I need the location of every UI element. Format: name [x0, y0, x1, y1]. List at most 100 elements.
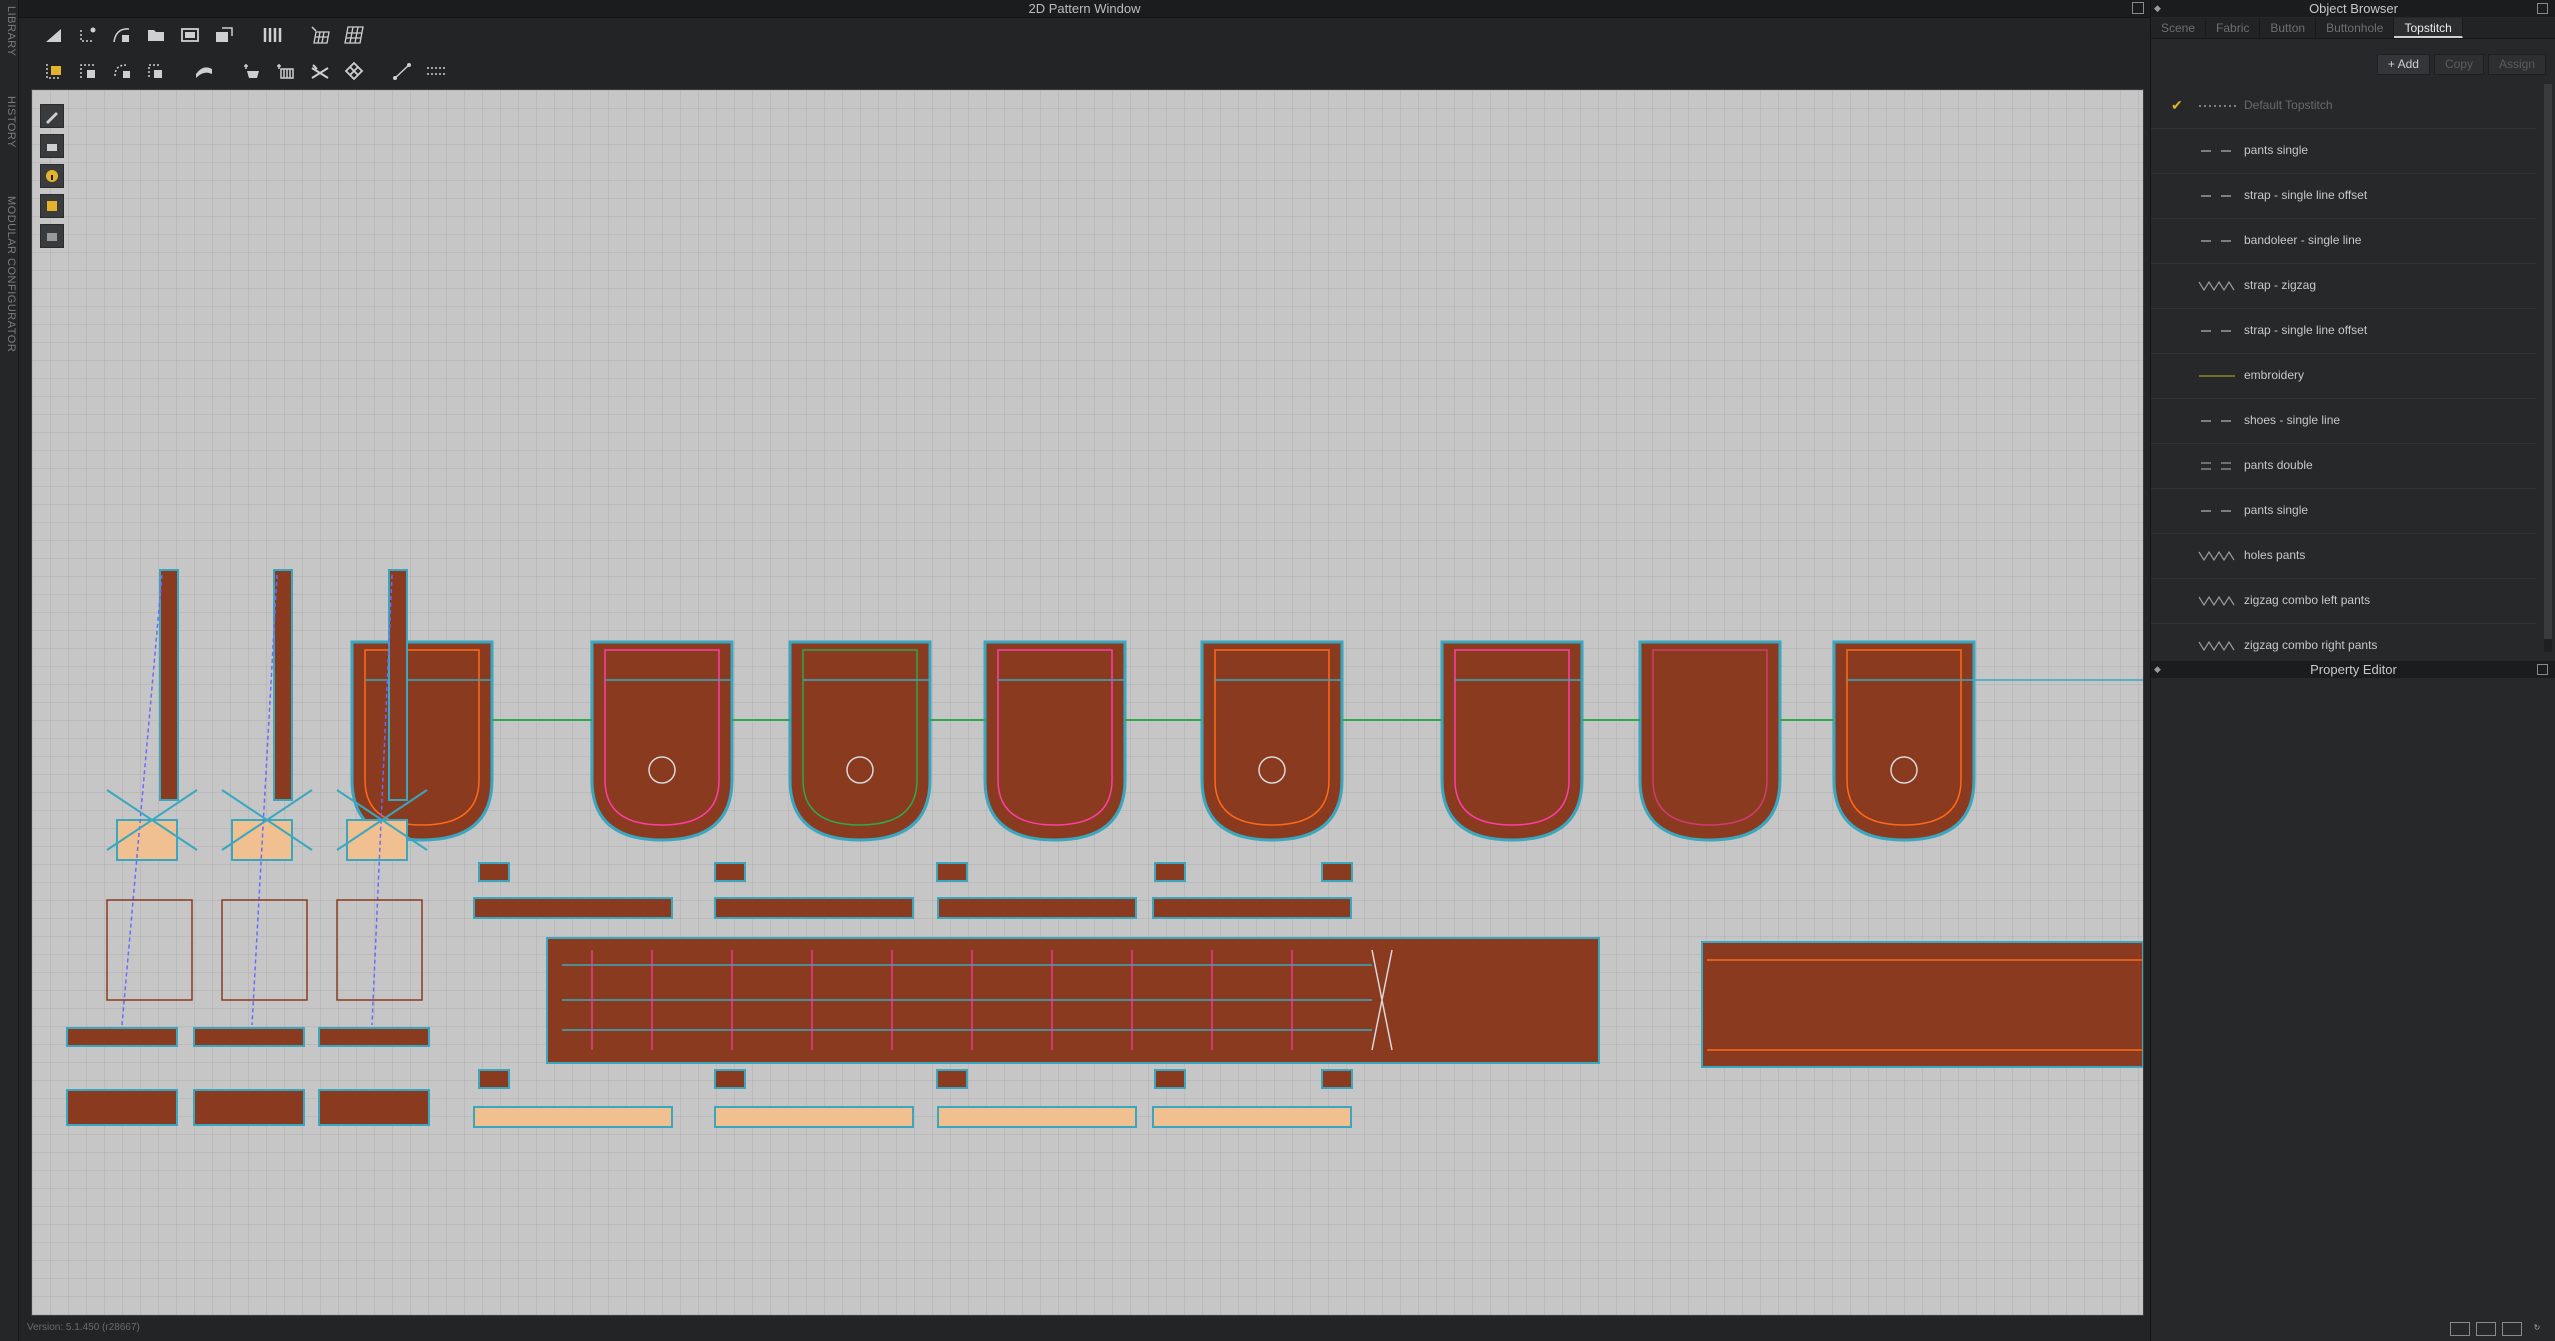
pen-tool-icon[interactable] — [40, 104, 64, 128]
list-item[interactable]: strap - single line offset — [2151, 174, 2536, 219]
pattern-piece[interactable] — [1832, 640, 1976, 842]
eraser-tool-icon[interactable] — [40, 134, 64, 158]
topstitch-name: pants double — [2244, 458, 2313, 472]
layout-2d-icon[interactable] — [2502, 1322, 2522, 1336]
cap-pieces[interactable] — [350, 640, 2143, 842]
stitch-preview-icon — [2197, 593, 2241, 609]
history-tab[interactable]: HISTORY — [1, 96, 17, 148]
pattern-canvas[interactable] — [31, 89, 2144, 1316]
object-browser-tabs: Scene Fabric Button Buttonhole Topstitch — [2151, 18, 2555, 39]
list-item[interactable]: embroidery — [2151, 354, 2536, 399]
button-icon[interactable] — [337, 57, 371, 85]
stitch-preview-icon — [2197, 188, 2241, 204]
pin-icon[interactable] — [235, 57, 269, 85]
grid-icon[interactable] — [303, 21, 337, 49]
add-button[interactable]: + Add — [2376, 54, 2430, 75]
tack-icon[interactable] — [187, 57, 221, 85]
assign-button[interactable]: Assign — [2487, 54, 2546, 75]
layout-single-icon[interactable] — [2450, 1322, 2470, 1336]
segment-seam-icon[interactable] — [71, 57, 105, 85]
pattern-piece[interactable] — [1440, 640, 1584, 842]
select-seam-icon[interactable] — [37, 57, 71, 85]
tape-icon[interactable] — [419, 57, 453, 85]
tab-scene[interactable]: Scene — [2151, 18, 2207, 38]
tab-button[interactable]: Button — [2260, 18, 2317, 38]
refresh-icon[interactable]: ↻ — [2528, 1322, 2546, 1334]
pattern-piece[interactable] — [983, 640, 1127, 842]
list-item[interactable]: shoes - single line — [2151, 399, 2536, 444]
stitch-preview-icon — [2197, 548, 2241, 564]
property-editor-panel — [2151, 681, 2555, 1341]
topstitch-name: zigzag combo right pants — [2244, 638, 2378, 652]
toolbar-row-1 — [37, 20, 371, 50]
segment-sewing-icon[interactable] — [255, 21, 289, 49]
pattern-piece[interactable] — [350, 640, 494, 842]
list-item[interactable]: pants double — [2151, 444, 2536, 489]
brim-pieces[interactable] — [546, 937, 2143, 1068]
polygon-icon[interactable] — [173, 21, 207, 49]
m-n-seam-icon[interactable] — [139, 57, 173, 85]
pattern-piece[interactable] — [590, 640, 734, 842]
topstitch-name: zigzag combo left pants — [2244, 593, 2371, 607]
modular-configurator-tab[interactable]: MODULAR CONFIGURATOR — [1, 196, 17, 352]
info-tool-icon[interactable] — [40, 164, 64, 188]
internal-rectangle-icon[interactable] — [207, 21, 241, 49]
version-label: Version: 5.1.450 (r28667) — [27, 1322, 140, 1333]
popout-icon[interactable] — [2132, 2, 2144, 14]
library-tab[interactable]: LIBRARY — [1, 6, 17, 56]
list-item[interactable]: bandoleer - single line — [2151, 219, 2536, 264]
topstitch-name: Default Topstitch — [2244, 98, 2333, 112]
edit-curvature-icon[interactable] — [105, 21, 139, 49]
list-item[interactable]: strap - single line offset — [2151, 309, 2536, 354]
tab-topstitch[interactable]: Topstitch — [2394, 18, 2463, 38]
collapse-icon[interactable]: ◆ — [2154, 3, 2161, 14]
pattern-pieces[interactable] — [32, 90, 2143, 1315]
list-item[interactable]: zigzag combo left pants — [2151, 579, 2536, 624]
stitch-preview-icon — [2197, 98, 2241, 114]
stitch-preview-icon — [2197, 368, 2241, 384]
fold-tool-icon[interactable] — [40, 194, 64, 218]
list-item[interactable]: holes pants — [2151, 534, 2536, 579]
topstitch-name: bandoleer - single line — [2244, 233, 2362, 247]
texture-grid-icon[interactable] — [337, 21, 371, 49]
stitch-preview-icon — [2197, 278, 2241, 294]
pattern-piece[interactable] — [1200, 640, 1344, 842]
topstitch-name: holes pants — [2244, 548, 2306, 562]
pattern-window: 2D Pattern Window Version: 5.1.450 (r286… — [19, 0, 2150, 1341]
scrollbar-thumb[interactable] — [2544, 84, 2552, 639]
pattern-piece[interactable] — [788, 640, 932, 842]
tab-fabric[interactable]: Fabric — [2206, 18, 2261, 38]
trim-icon[interactable] — [303, 57, 337, 85]
pattern-window-title: 2D Pattern Window — [19, 0, 2150, 18]
list-item[interactable]: strap - zigzag — [2151, 264, 2536, 309]
topstitch-name: strap - single line offset — [2244, 188, 2368, 202]
rectangle-icon[interactable] — [139, 21, 173, 49]
pattern-piece[interactable] — [1638, 640, 1782, 842]
stitch-preview-icon — [2197, 143, 2241, 159]
scrollbar[interactable] — [2544, 84, 2552, 652]
object-browser-title: Object Browser — [2151, 0, 2555, 17]
topstitch-name: shoes - single line — [2244, 413, 2341, 427]
popout-icon[interactable] — [2537, 664, 2548, 675]
transform-pattern-icon[interactable] — [37, 21, 71, 49]
object-browser-buttons: + Add Copy Assign — [2376, 54, 2546, 75]
list-item[interactable]: pants single — [2151, 489, 2536, 534]
edit-point-icon[interactable] — [71, 21, 105, 49]
stitch-preview-icon — [2197, 323, 2241, 339]
free-seam-icon[interactable] — [105, 57, 139, 85]
list-item[interactable]: pants single — [2151, 129, 2536, 174]
tab-buttonhole[interactable]: Buttonhole — [2316, 18, 2395, 38]
stitch-preview-icon — [2197, 458, 2241, 474]
topstitch-name: strap - zigzag — [2244, 278, 2317, 292]
checkmark-icon: ✔ — [2171, 97, 2183, 113]
list-item[interactable]: ✔ Default Topstitch — [2151, 84, 2536, 129]
camera-tool-icon[interactable] — [40, 224, 64, 248]
copy-button[interactable]: Copy — [2433, 54, 2484, 75]
collapse-icon[interactable]: ◆ — [2154, 664, 2161, 675]
toolbar-row-2 — [37, 56, 453, 86]
measure-icon[interactable] — [385, 57, 419, 85]
layout-3d-icon[interactable] — [2476, 1322, 2496, 1336]
popout-icon[interactable] — [2537, 3, 2548, 14]
fold-icon[interactable] — [269, 57, 303, 85]
stitch-preview-icon — [2197, 638, 2241, 654]
